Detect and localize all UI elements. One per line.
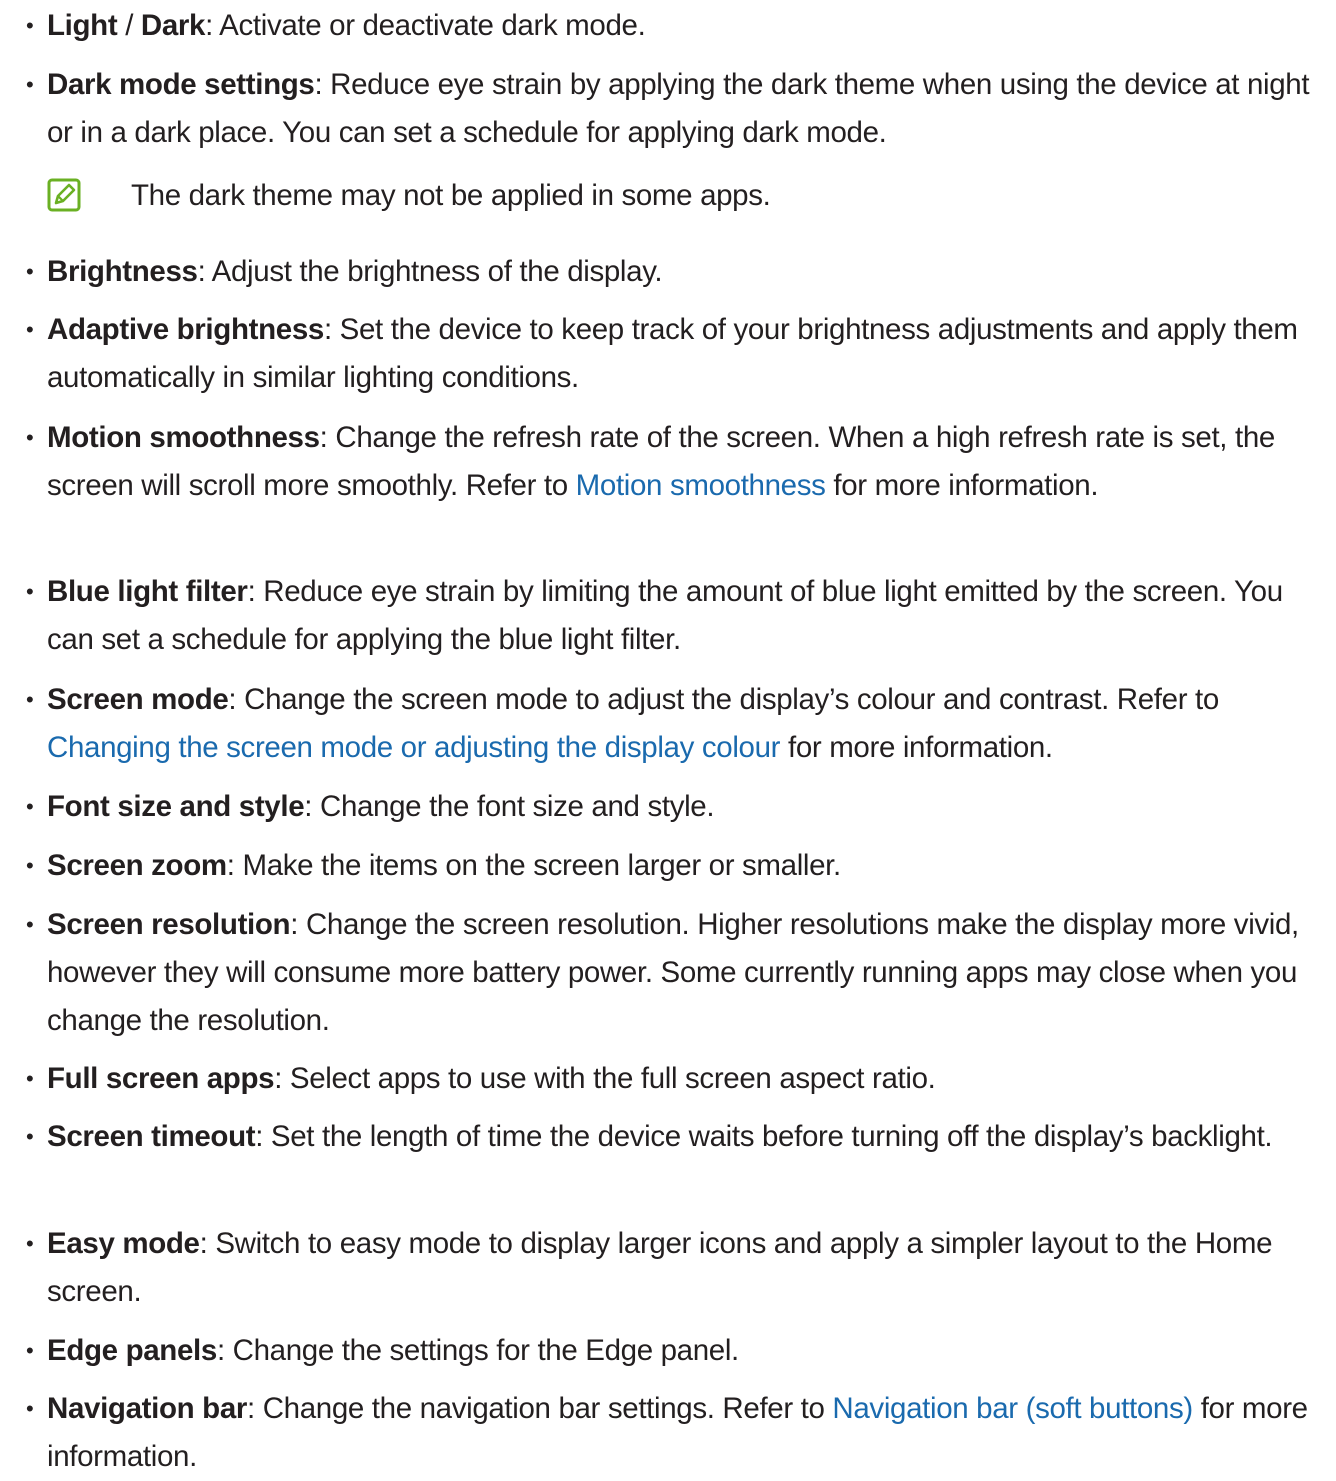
item-term: Screen resolution	[47, 908, 291, 941]
item-term: Blue light filter	[47, 575, 248, 608]
item-term: Adaptive brightness	[47, 313, 324, 346]
separator: :	[199, 1227, 216, 1260]
separator: :	[290, 908, 306, 941]
list-item-screen-resolution: • Screen resolution: Change the screen r…	[20, 901, 1330, 1045]
separator: :	[255, 1120, 271, 1153]
item-term: Dark mode settings	[47, 68, 315, 101]
bullet: •	[26, 1396, 34, 1421]
list-item-brightness: • Brightness: Adjust the brightness of t…	[20, 248, 1330, 296]
term-separator: /	[117, 9, 141, 42]
separator: :	[205, 9, 220, 42]
screen-mode-colour-link[interactable]: Changing the screen mode or adjusting th…	[47, 731, 780, 764]
separator: :	[319, 421, 336, 454]
bullet: •	[26, 72, 34, 97]
bullet: •	[26, 259, 34, 284]
list-item-motion-smoothness: • Motion smoothness: Change the refresh …	[20, 414, 1330, 510]
separator: :	[323, 313, 340, 346]
separator: :	[197, 255, 212, 288]
note-pencil-icon	[47, 178, 81, 212]
item-desc-after: for more information.	[825, 469, 1099, 502]
item-term: Motion smoothness	[47, 421, 320, 454]
note-text: The dark theme may not be applied in som…	[131, 179, 771, 212]
item-desc: Change the screen mode to adjust the dis…	[244, 683, 1219, 716]
navigation-bar-link[interactable]: Navigation bar (soft buttons)	[832, 1392, 1193, 1425]
bullet: •	[26, 912, 34, 937]
bullet: •	[26, 1124, 34, 1149]
item-term: Font size and style	[47, 790, 305, 823]
list-item-font-size-style: • Font size and style: Change the font s…	[20, 783, 1330, 831]
item-desc: Activate or deactivate dark mode.	[219, 9, 646, 42]
bullet: •	[26, 1231, 34, 1256]
list-item-navigation-bar: • Navigation bar: Change the navigation …	[20, 1385, 1330, 1481]
item-desc: Switch to easy mode to display larger ic…	[47, 1227, 1273, 1308]
item-term: Screen mode	[47, 683, 229, 716]
item-term: Brightness	[47, 255, 198, 288]
bullet: •	[26, 13, 34, 38]
item-term: Navigation bar	[47, 1392, 248, 1425]
list-item-screen-mode: • Screen mode: Change the screen mode to…	[20, 676, 1330, 772]
item-term: Full screen apps	[47, 1062, 275, 1095]
item-desc: Adjust the brightness of the display.	[211, 255, 663, 288]
separator: :	[228, 683, 245, 716]
list-item-screen-zoom: • Screen zoom: Make the items on the scr…	[20, 842, 1330, 890]
bullet: •	[26, 794, 34, 819]
list-item-edge-panels: • Edge panels: Change the settings for t…	[20, 1327, 1330, 1375]
bullet: •	[26, 853, 34, 878]
motion-smoothness-link[interactable]: Motion smoothness	[576, 469, 826, 502]
item-desc: Select apps to use with the full screen …	[289, 1062, 936, 1095]
item-desc: Make the items on the screen larger or s…	[242, 849, 841, 882]
item-desc: Change the navigation bar settings. Refe…	[262, 1392, 833, 1425]
bullet: •	[26, 1066, 34, 1091]
note-callout: The dark theme may not be applied in som…	[47, 178, 947, 218]
separator: :	[216, 1334, 233, 1367]
item-desc-after: for more information.	[780, 731, 1053, 764]
item-term: Edge panels	[47, 1334, 217, 1367]
list-item-full-screen-apps: • Full screen apps: Select apps to use w…	[20, 1055, 1330, 1103]
item-term: Easy mode	[47, 1227, 200, 1260]
separator: :	[247, 575, 264, 608]
item-desc: Change the font size and style.	[319, 790, 715, 823]
settings-list-page: • Light / Dark: Activate or deactivate d…	[0, 0, 1336, 1475]
item-term-dark: Dark	[140, 9, 206, 42]
item-desc: Set the length of time the device waits …	[270, 1120, 1273, 1153]
separator: :	[247, 1392, 263, 1425]
list-item-adaptive-brightness: • Adaptive brightness: Set the device to…	[20, 306, 1330, 402]
list-item-dark-mode-settings: • Dark mode settings: Reduce eye strain …	[20, 61, 1330, 157]
separator: :	[226, 849, 243, 882]
separator: :	[274, 1062, 290, 1095]
bullet: •	[26, 579, 34, 604]
list-item-easy-mode: • Easy mode: Switch to easy mode to disp…	[20, 1220, 1330, 1316]
item-term: Screen zoom	[47, 849, 227, 882]
bullet: •	[26, 687, 34, 712]
separator: :	[304, 790, 320, 823]
item-desc: Change the settings for the Edge panel.	[232, 1334, 740, 1367]
list-item-light-dark: • Light / Dark: Activate or deactivate d…	[20, 2, 1330, 50]
item-term: Screen timeout	[47, 1120, 256, 1153]
bullet: •	[26, 425, 34, 450]
separator: :	[314, 68, 331, 101]
bullet: •	[26, 317, 34, 342]
list-item-blue-light-filter: • Blue light filter: Reduce eye strain b…	[20, 568, 1330, 664]
bullet: •	[26, 1338, 34, 1363]
item-term-light: Light	[47, 9, 118, 42]
list-item-screen-timeout: • Screen timeout: Set the length of time…	[20, 1113, 1330, 1161]
